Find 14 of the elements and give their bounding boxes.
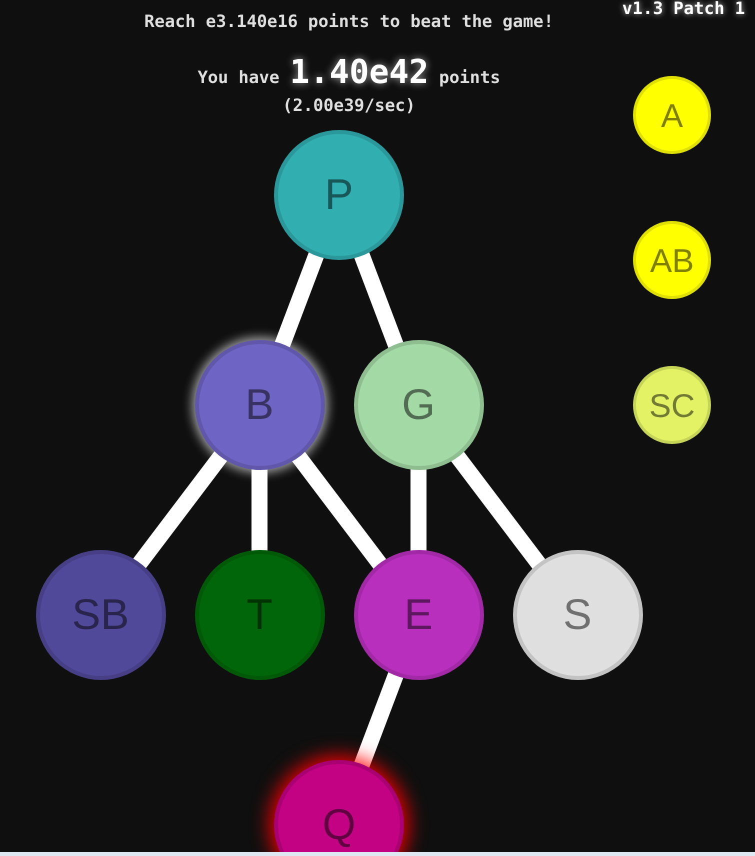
goal-text: Reach e3.140e16 points to beat the game! xyxy=(144,11,554,34)
layer-node[interactable]: SC xyxy=(633,366,711,444)
version-text: v1.3 Patch 1 xyxy=(622,0,745,18)
layer-node[interactable]: S xyxy=(512,550,642,680)
layer-node[interactable]: SB xyxy=(36,550,166,680)
layer-node[interactable]: Q xyxy=(274,760,404,852)
layer-node[interactable]: AB xyxy=(633,221,711,299)
layer-node[interactable]: E xyxy=(354,550,484,680)
points-rate-text: (2.00e39/sec) xyxy=(282,96,416,116)
layer-node[interactable]: B xyxy=(194,340,324,470)
layer-node[interactable]: G xyxy=(354,340,484,470)
layer-node[interactable]: A xyxy=(633,76,711,154)
points-text: You have 1.40e42 points xyxy=(198,54,500,93)
layer-node[interactable]: P xyxy=(274,130,404,260)
